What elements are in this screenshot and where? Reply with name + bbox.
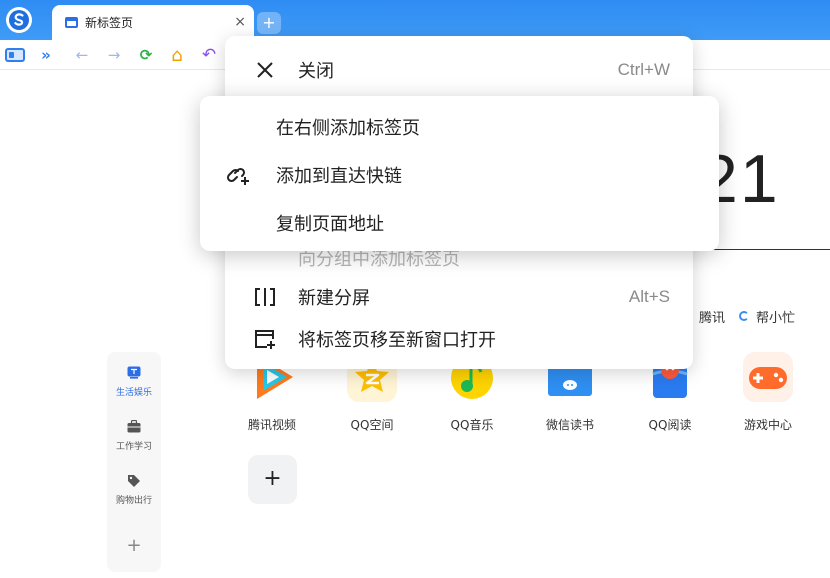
forward-icon[interactable]: → <box>104 45 124 65</box>
sidebar-toggle-icon[interactable] <box>5 48 25 62</box>
menu-item-shortcut: Alt+S <box>628 287 670 306</box>
menu-item-move-to-new-window[interactable]: 将标签页移至新窗口打开 <box>225 322 693 356</box>
category-sidebar: 生活娱乐 工作学习 购物出行 + <box>107 352 161 572</box>
link-tencent[interactable]: 腾讯 <box>699 307 725 326</box>
menu-item-copy-url[interactable]: 复制页面地址 <box>200 206 719 240</box>
tab-submenu: 在右侧添加标签页 添加到直达快链 复制页面地址 <box>200 96 719 251</box>
menu-item-add-quicklink[interactable]: 添加到直达快链 <box>200 158 719 192</box>
app-label: QQ音乐 <box>450 418 494 432</box>
home-icon[interactable]: ⌂ <box>167 45 187 66</box>
menu-item-label: 添加到直达快链 <box>276 166 402 187</box>
sidebar-item-label: 购物出行 <box>115 496 152 506</box>
tab-page-icon <box>65 17 78 28</box>
sidebar-item-shopping[interactable]: 购物出行 <box>107 474 161 506</box>
new-tab-button[interactable]: + <box>257 12 281 34</box>
add-shortcut-button[interactable]: + <box>248 455 297 504</box>
menu-item-label: 关闭 <box>298 61 334 82</box>
clock-divider <box>700 249 830 250</box>
app-label: QQ阅读 <box>648 418 692 432</box>
title-bar: 新标签页 × + <box>0 0 830 40</box>
game-center-icon <box>743 352 793 402</box>
new-window-icon <box>253 327 277 351</box>
app-label: 微信读书 <box>545 418 594 432</box>
close-icon <box>253 58 277 82</box>
menu-item-add-tab-right[interactable]: 在右侧添加标签页 <box>200 110 719 144</box>
split-screen-icon <box>253 285 277 309</box>
undo-icon[interactable]: ↶ <box>199 45 219 65</box>
app-label: 游戏中心 <box>743 418 792 432</box>
expand-icon[interactable]: » <box>36 45 56 65</box>
sidebar-item-label: 生活娱乐 <box>115 388 152 398</box>
helper-icon <box>739 311 749 321</box>
tag-icon <box>128 475 140 487</box>
app-label: 腾讯视频 <box>247 418 296 432</box>
link-add-icon <box>225 161 253 189</box>
tab-title: 新标签页 <box>85 16 134 30</box>
refresh-icon[interactable]: ⟳ <box>136 45 156 65</box>
briefcase-icon <box>127 420 141 433</box>
tab-new-tab[interactable]: 新标签页 × <box>52 5 254 40</box>
back-icon[interactable]: ← <box>72 45 92 65</box>
app-game-center[interactable]: 游戏中心 <box>728 352 808 433</box>
menu-item-label: 复制页面地址 <box>276 214 384 235</box>
entertainment-icon <box>127 366 141 379</box>
tab-close-icon[interactable]: × <box>234 14 246 30</box>
menu-item-close[interactable]: 关闭 Ctrl+W <box>225 53 693 87</box>
sidebar-item-life[interactable]: 生活娱乐 <box>107 366 161 398</box>
sidebar-add-button[interactable]: + <box>107 535 161 556</box>
link-helper[interactable]: 帮小忙 <box>756 307 795 326</box>
menu-item-shortcut: Ctrl+W <box>617 60 670 79</box>
menu-item-split-screen[interactable]: 新建分屏 Alt+S <box>225 280 693 314</box>
browser-logo-icon[interactable] <box>6 7 32 33</box>
sidebar-item-label: 工作学习 <box>115 442 152 452</box>
menu-item-label: 将标签页移至新窗口打开 <box>298 330 496 351</box>
app-label: QQ空间 <box>350 418 394 432</box>
sidebar-item-work[interactable]: 工作学习 <box>107 420 161 452</box>
menu-item-label: 在右侧添加标签页 <box>276 118 420 139</box>
menu-item-label: 新建分屏 <box>298 288 370 309</box>
